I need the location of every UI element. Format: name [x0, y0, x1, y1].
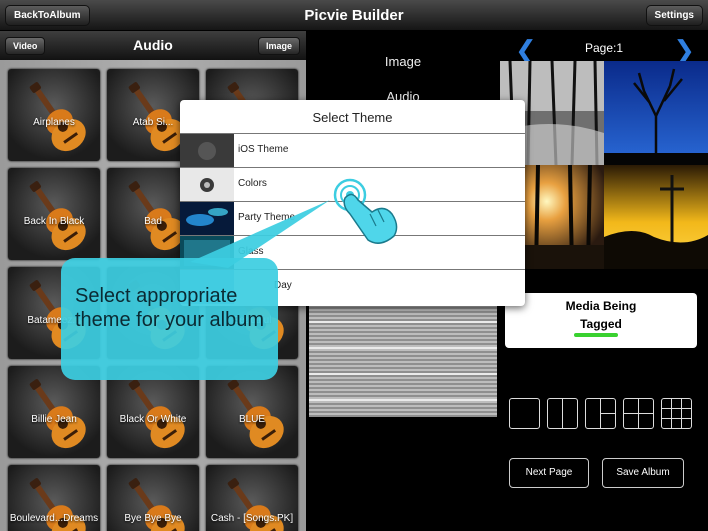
audio-tile[interactable]: Boulevard...Dreams: [8, 465, 100, 531]
audio-tile[interactable]: Bye Bye Bye: [107, 465, 199, 531]
audio-tile[interactable]: Airplanes: [8, 69, 100, 161]
app-title: Picvie Builder: [304, 7, 404, 24]
top-navigation-bar: BackToAlbum Picvie Builder Settings: [0, 0, 708, 31]
photo-sunset-cross[interactable]: [604, 165, 708, 269]
theme-option-party[interactable]: Party Theme: [180, 201, 525, 236]
layout-two-column-button[interactable]: [547, 398, 578, 429]
audio-tile[interactable]: Back In Black: [8, 168, 100, 260]
photo-tree-blue[interactable]: [604, 61, 708, 165]
audio-tile-label: Bye Bye Bye: [124, 513, 182, 524]
tutorial-text: Select appropriate theme for your album: [75, 285, 264, 331]
layout-grid-button[interactable]: [661, 398, 692, 429]
theme-option-ios[interactable]: iOS Theme: [180, 133, 525, 168]
audio-tile-label: Billie Jean: [31, 414, 77, 425]
audio-tile[interactable]: Cash - [Songs.PK]: [206, 465, 298, 531]
layout-three-pane-button[interactable]: [585, 398, 616, 429]
menu-list-background: [309, 301, 497, 417]
audio-tile-label: Boulevard...Dreams: [9, 513, 99, 524]
media-type-bar: Video Audio Image: [0, 31, 306, 60]
tutorial-callout: Select appropriate theme for your album: [61, 258, 278, 380]
page-editor-panel: ❮ Page:1 ❯ Media Being Tagged Next Page …: [500, 31, 708, 531]
colors-theme-thumbnail: [180, 168, 234, 202]
audio-tile-label: Airplanes: [33, 117, 75, 128]
audio-tile-label: Cash - [Songs.PK]: [210, 513, 294, 524]
layout-four-pane-button[interactable]: [623, 398, 654, 429]
settings-button[interactable]: Settings: [645, 5, 703, 26]
audio-tile-label: BLUE: [238, 414, 266, 425]
save-album-button[interactable]: Save Album: [602, 458, 684, 488]
menu-item-image[interactable]: Image: [306, 54, 500, 69]
audio-tile-label: Black Or White: [119, 414, 187, 425]
tagged-indicator-bar: [574, 333, 618, 337]
next-page-button[interactable]: Next Page: [509, 458, 589, 488]
ios-theme-thumbnail: [180, 134, 234, 168]
audio-tile-label: Back In Black: [23, 216, 85, 227]
image-button[interactable]: Image: [257, 37, 300, 55]
dialog-title: Select Theme: [312, 110, 393, 125]
media-tagged-box: Media Being Tagged: [505, 293, 697, 348]
layout-single-button[interactable]: [509, 398, 540, 429]
theme-option-colors[interactable]: Colors: [180, 167, 525, 202]
party-theme-thumbnail: [180, 202, 234, 236]
